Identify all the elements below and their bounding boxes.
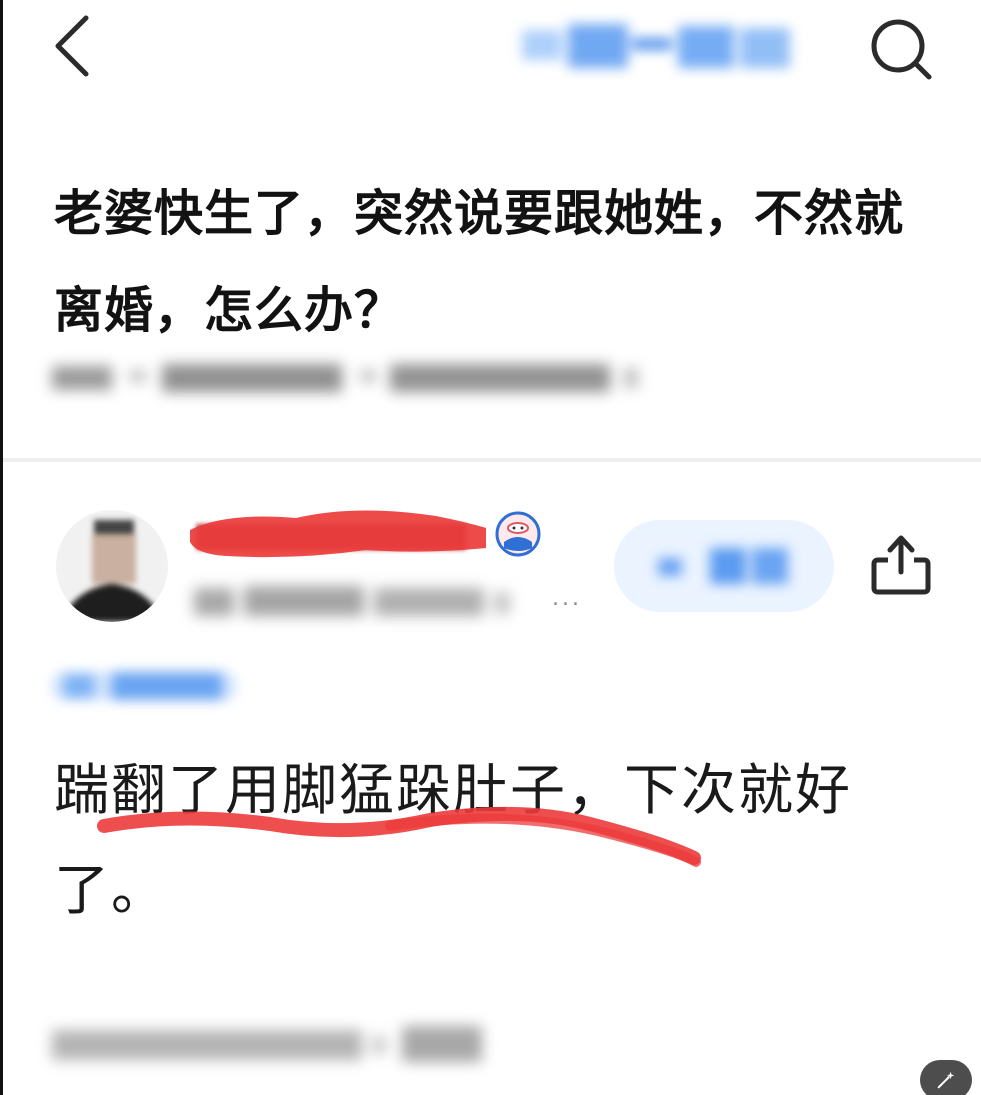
follow-button[interactable]: [614, 520, 834, 612]
badge-icon: [495, 511, 541, 557]
blurred-follow-label: [614, 520, 834, 612]
blurred-question-meta: [52, 364, 638, 392]
search-icon[interactable]: [866, 14, 936, 84]
top-navigation-bar: [0, 0, 981, 90]
magic-wand-icon: [937, 1071, 955, 1089]
redacted-username[interactable]: [186, 494, 486, 564]
magic-wand-button[interactable]: [920, 1060, 972, 1095]
app-screen: 老婆快生了，突然说要跟她姓，不然就离婚，怎么办？ ... 踹翻了用脚猛跺肚子，下…: [0, 0, 981, 1095]
blurred-app-title: [522, 24, 790, 68]
answer-body: 踹翻了用脚猛跺肚子，下次就好了。: [54, 758, 853, 922]
blurred-answer-footer: [52, 1026, 482, 1062]
blurred-author-bio: [194, 586, 510, 616]
question-title[interactable]: 老婆快生了，突然说要跟她姓，不然就离婚，怎么办？: [54, 165, 934, 359]
blurred-answer-tag: [52, 672, 236, 700]
share-icon[interactable]: [866, 528, 936, 598]
answer-author-header: ...: [0, 480, 981, 640]
avatar[interactable]: [56, 510, 168, 622]
section-divider: [3, 458, 981, 462]
more-options[interactable]: ...: [552, 586, 582, 611]
chevron-left-icon[interactable]: [48, 14, 98, 78]
